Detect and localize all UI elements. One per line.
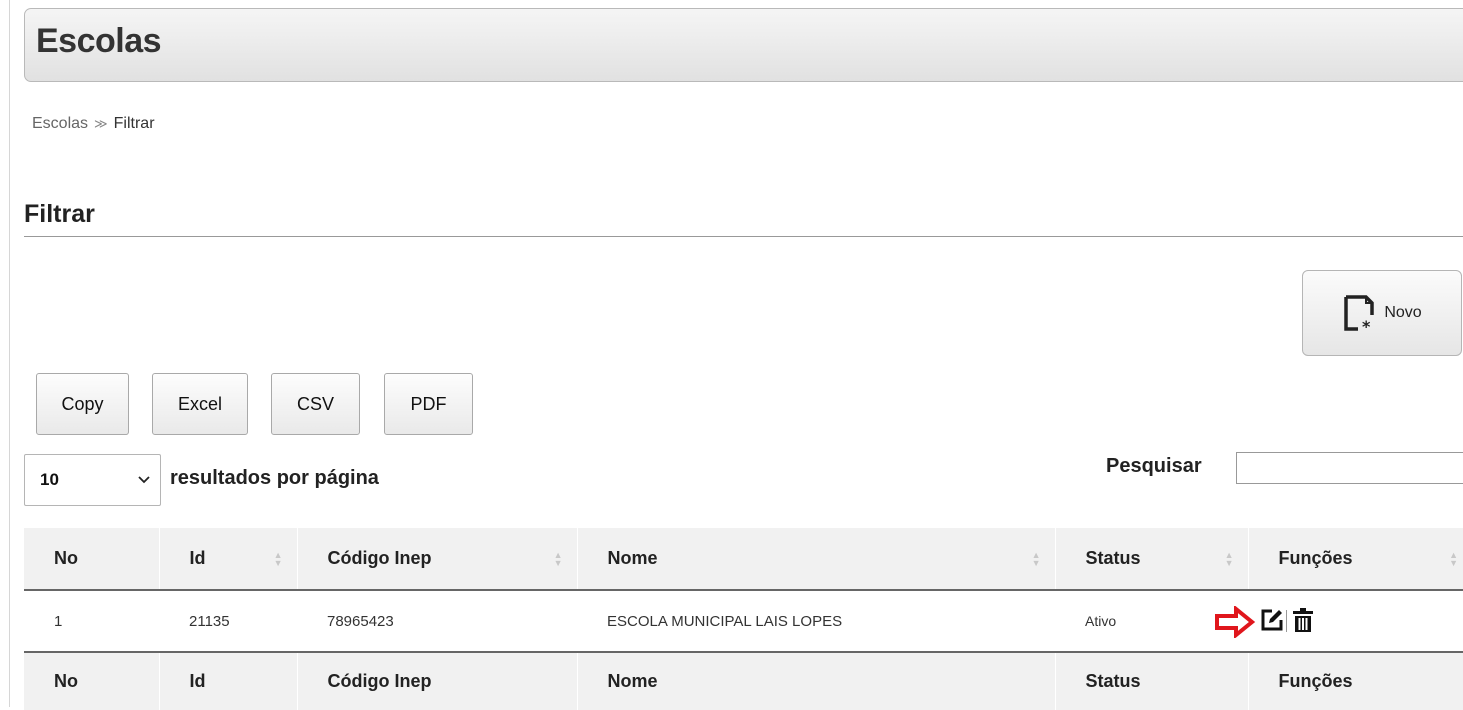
cell-no: 1 <box>54 612 63 630</box>
sort-icon: ▲ ▼ <box>1031 549 1041 568</box>
breadcrumb-link-escolas[interactable]: Escolas <box>32 115 88 132</box>
footer-header-codigo-inep: Código Inep <box>296 651 577 710</box>
copy-button[interactable]: Copy <box>36 373 129 435</box>
novo-button[interactable]: * Novo <box>1302 270 1462 356</box>
cell-funcoes <box>1215 590 1463 652</box>
table-row: 1 21135 78965423 ESCOLA MUNICIPAL LAIS L… <box>24 590 1463 652</box>
new-document-icon: * <box>1344 295 1375 333</box>
column-header-no[interactable]: No <box>24 528 159 591</box>
sort-icon: ▲ ▼ <box>553 549 563 568</box>
search-input[interactable] <box>1236 452 1463 484</box>
footer-header-funcoes: Funções <box>1247 651 1463 710</box>
sort-icon: ▲ ▼ <box>273 549 283 568</box>
title-bar <box>24 8 1463 82</box>
novo-button-label: Novo <box>1384 304 1422 321</box>
breadcrumb: Escolas ≫ Filtrar <box>32 115 155 133</box>
sort-icon: ▲ ▼ <box>1449 549 1458 568</box>
section-title: Filtrar <box>24 200 95 228</box>
edit-icon[interactable] <box>1260 608 1284 632</box>
column-header-funcoes[interactable]: Funções ▲ ▼ <box>1247 528 1463 591</box>
chevron-down-icon <box>138 476 150 484</box>
page-length-select[interactable]: 10 <box>24 454 161 506</box>
footer-header-id: Id <box>158 651 297 710</box>
page-title: Escolas <box>36 22 162 60</box>
breadcrumb-separator: ≫ <box>94 116 108 131</box>
arrow-right-icon <box>1215 606 1256 638</box>
table-header-row: No Id ▲ ▼ Código Inep ▲ ▼ Nome ▲ ▼ Status ▲ ▼ Fu… <box>24 528 1463 591</box>
footer-header-nome: Nome <box>576 651 1055 710</box>
cell-id: 21135 <box>189 612 230 630</box>
excel-button[interactable]: Excel <box>152 373 248 435</box>
left-border <box>9 0 10 707</box>
pdf-button[interactable]: PDF <box>384 373 473 435</box>
sort-icon: ▲ ▼ <box>1224 549 1234 568</box>
column-header-status[interactable]: Status ▲ ▼ <box>1054 528 1248 591</box>
trash-icon[interactable] <box>1292 607 1314 633</box>
breadcrumb-current: Filtrar <box>113 115 155 132</box>
search-label: Pesquisar <box>1106 455 1202 477</box>
footer-header-no: No <box>24 651 159 710</box>
table-footer-row: No Id Código Inep Nome Status Funções <box>24 651 1463 710</box>
page-length-value: 10 <box>40 470 59 489</box>
svg-text:*: * <box>1362 317 1371 333</box>
column-header-nome[interactable]: Nome ▲ ▼ <box>576 528 1055 591</box>
column-header-id[interactable]: Id ▲ ▼ <box>158 528 297 591</box>
section-divider <box>24 236 1463 237</box>
function-separator <box>1286 610 1287 632</box>
page-length-label: resultados por página <box>170 467 379 489</box>
csv-button[interactable]: CSV <box>271 373 360 435</box>
cell-nome: ESCOLA MUNICIPAL LAIS LOPES <box>607 612 843 630</box>
cell-codigo-inep: 78965423 <box>327 612 394 630</box>
column-header-codigo-inep[interactable]: Código Inep ▲ ▼ <box>296 528 577 591</box>
schools-table: No Id ▲ ▼ Código Inep ▲ ▼ Nome ▲ ▼ Status ▲ ▼ Fu… <box>24 528 1463 710</box>
footer-header-status: Status <box>1054 651 1248 710</box>
